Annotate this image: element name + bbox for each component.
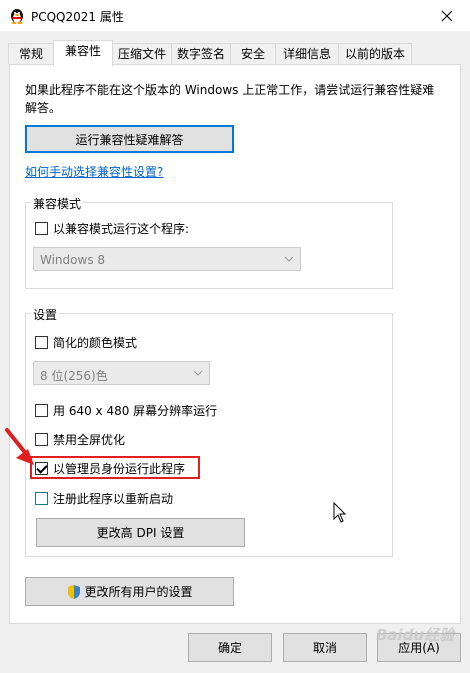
tab-general[interactable]: 常规 xyxy=(8,43,54,64)
close-button[interactable] xyxy=(424,0,470,31)
reduced-color-label: 简化的颜色模式 xyxy=(53,336,138,350)
tab-compressed-file[interactable]: 压缩文件 xyxy=(112,43,172,64)
change-high-dpi-button[interactable]: 更改高 DPI 设置 xyxy=(36,518,245,547)
os-version-value: Windows 8 xyxy=(40,253,106,267)
ok-button[interactable]: 确定 xyxy=(188,633,272,662)
res-640-label: 用 640 x 480 屏幕分辨率运行 xyxy=(53,404,218,418)
os-version-select[interactable]: Windows 8 xyxy=(33,247,301,271)
res-640-checkbox[interactable]: 用 640 x 480 屏幕分辨率运行 xyxy=(35,402,217,419)
uac-shield-icon xyxy=(68,584,81,599)
run-as-admin-label: 以管理员身份运行此程序 xyxy=(53,462,186,476)
qq-penguin-icon xyxy=(11,9,23,24)
title-bar: PCQQ2021 属性 xyxy=(0,0,470,31)
run-as-admin-checkbox[interactable]: 以管理员身份运行此程序 xyxy=(35,460,185,477)
tab-digital-signature[interactable]: 数字签名 xyxy=(171,43,231,64)
watermark-logo: Baidu经验 xyxy=(376,626,455,644)
troubleshoot-button[interactable]: 运行兼容性疑难解答 xyxy=(25,125,234,153)
disable-fullscreen-opt-label: 禁用全屏优化 xyxy=(53,433,126,447)
chevron-down-icon xyxy=(284,256,294,262)
change-all-users-button[interactable]: 更改所有用户的设置 xyxy=(25,577,234,606)
cancel-button[interactable]: 取消 xyxy=(283,633,367,662)
disable-fullscreen-opt-checkbox[interactable]: 禁用全屏优化 xyxy=(35,431,125,448)
intro-text: 如果此程序不能在这个版本的 Windows 上正常工作，请尝试运行兼容性疑难解答… xyxy=(25,83,435,115)
tab-security[interactable]: 安全 xyxy=(230,43,276,64)
compat-mode-checkbox-label: 以兼容模式运行这个程序: xyxy=(53,222,190,236)
compat-mode-label: 兼容模式 xyxy=(31,195,84,212)
tab-details[interactable]: 详细信息 xyxy=(275,43,339,64)
manual-settings-link[interactable]: 如何手动选择兼容性设置? xyxy=(25,163,163,180)
mouse-cursor-icon xyxy=(333,502,347,523)
register-restart-label: 注册此程序以重新启动 xyxy=(53,492,174,506)
compat-mode-checkbox[interactable]: 以兼容模式运行这个程序: xyxy=(35,220,189,237)
checkbox-box xyxy=(35,222,48,235)
change-all-users-label: 更改所有用户的设置 xyxy=(84,585,193,599)
color-mode-select[interactable]: 8 位(256)色 xyxy=(33,361,210,385)
tab-previous-versions[interactable]: 以前的版本 xyxy=(338,43,412,64)
annotation-arrow-icon xyxy=(5,428,34,465)
checkbox-box xyxy=(35,492,48,505)
window-title: PCQQ2021 属性 xyxy=(31,10,124,24)
reduced-color-checkbox[interactable]: 简化的颜色模式 xyxy=(35,334,137,351)
checkbox-box xyxy=(35,336,48,349)
checkbox-box xyxy=(35,404,48,417)
compat-mode-group xyxy=(25,202,393,289)
register-restart-checkbox[interactable]: 注册此程序以重新启动 xyxy=(35,490,173,507)
chevron-down-icon xyxy=(193,370,203,376)
settings-label: 设置 xyxy=(31,306,60,323)
color-mode-value: 8 位(256)色 xyxy=(40,369,108,383)
close-icon xyxy=(441,10,453,21)
compatibility-panel: 如果此程序不能在这个版本的 Windows 上正常工作，请尝试运行兼容性疑难解答… xyxy=(9,64,461,624)
tab-compatibility[interactable]: 兼容性 xyxy=(53,40,113,66)
